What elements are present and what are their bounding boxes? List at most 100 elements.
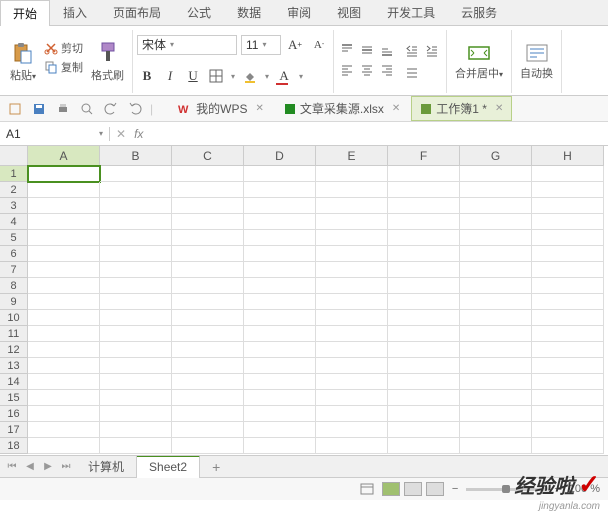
cell[interactable] bbox=[244, 182, 316, 198]
cell[interactable] bbox=[172, 230, 244, 246]
menu-tab-1[interactable]: 插入 bbox=[50, 0, 100, 25]
cell[interactable] bbox=[532, 230, 604, 246]
cell[interactable] bbox=[532, 198, 604, 214]
cell[interactable] bbox=[172, 310, 244, 326]
page-break-view-button[interactable] bbox=[426, 482, 444, 496]
cell[interactable] bbox=[532, 278, 604, 294]
font-color-button[interactable]: A bbox=[274, 66, 294, 86]
cell[interactable] bbox=[100, 358, 172, 374]
cell[interactable] bbox=[100, 326, 172, 342]
cell[interactable] bbox=[244, 358, 316, 374]
cell[interactable] bbox=[532, 262, 604, 278]
cell[interactable] bbox=[460, 182, 532, 198]
cell[interactable] bbox=[172, 406, 244, 422]
border-dropdown[interactable]: ▾ bbox=[229, 66, 237, 86]
cell[interactable] bbox=[316, 198, 388, 214]
cell[interactable] bbox=[244, 278, 316, 294]
cell[interactable] bbox=[388, 262, 460, 278]
cell[interactable] bbox=[172, 390, 244, 406]
cell[interactable] bbox=[388, 326, 460, 342]
row-header[interactable]: 6 bbox=[0, 246, 28, 262]
cell[interactable] bbox=[316, 294, 388, 310]
cell[interactable] bbox=[28, 182, 100, 198]
cell[interactable] bbox=[532, 342, 604, 358]
cut-button[interactable]: 剪切 bbox=[42, 39, 85, 57]
cell[interactable] bbox=[172, 374, 244, 390]
cell[interactable] bbox=[316, 374, 388, 390]
sheet-nav-prev-icon[interactable]: ◀ bbox=[22, 461, 38, 472]
cell[interactable] bbox=[28, 310, 100, 326]
cell[interactable] bbox=[532, 390, 604, 406]
cell[interactable] bbox=[244, 294, 316, 310]
cell[interactable] bbox=[388, 358, 460, 374]
cell[interactable] bbox=[388, 438, 460, 454]
spreadsheet-grid[interactable]: ABCDEFGH 123456789101112131415161718 bbox=[0, 146, 608, 456]
column-header[interactable]: F bbox=[388, 146, 460, 166]
row-header[interactable]: 5 bbox=[0, 230, 28, 246]
border-button[interactable] bbox=[206, 66, 226, 86]
sheet-nav-last-icon[interactable]: ⏭ bbox=[58, 461, 74, 472]
fx-cancel-icon[interactable]: ✕ bbox=[116, 127, 126, 141]
cell[interactable] bbox=[316, 422, 388, 438]
cell[interactable] bbox=[100, 390, 172, 406]
cell[interactable] bbox=[244, 326, 316, 342]
column-header[interactable]: A bbox=[28, 146, 100, 166]
align-bottom-button[interactable] bbox=[378, 41, 396, 59]
cell[interactable] bbox=[388, 214, 460, 230]
cell[interactable] bbox=[532, 166, 604, 182]
close-icon[interactable]: ✕ bbox=[495, 103, 503, 114]
sheet-nav-first-icon[interactable]: ⏮ bbox=[4, 461, 20, 472]
cell[interactable] bbox=[28, 262, 100, 278]
cell[interactable] bbox=[172, 182, 244, 198]
cell[interactable] bbox=[100, 246, 172, 262]
cell[interactable] bbox=[388, 246, 460, 262]
cell[interactable] bbox=[460, 294, 532, 310]
cell[interactable] bbox=[388, 374, 460, 390]
row-header[interactable]: 3 bbox=[0, 198, 28, 214]
sheet-tab[interactable]: 计算机 bbox=[76, 455, 137, 478]
select-all-corner[interactable] bbox=[0, 146, 28, 166]
cell[interactable] bbox=[532, 214, 604, 230]
cell[interactable] bbox=[28, 246, 100, 262]
cell[interactable] bbox=[388, 406, 460, 422]
cell[interactable] bbox=[460, 326, 532, 342]
bold-button[interactable]: B bbox=[137, 66, 157, 86]
auto-wrap-button[interactable]: 自动换 bbox=[516, 41, 557, 83]
column-header[interactable]: H bbox=[532, 146, 604, 166]
cell[interactable] bbox=[388, 310, 460, 326]
cell[interactable] bbox=[460, 278, 532, 294]
cell[interactable] bbox=[460, 310, 532, 326]
cell[interactable] bbox=[460, 390, 532, 406]
add-sheet-button[interactable]: + bbox=[202, 456, 230, 478]
cell[interactable] bbox=[460, 406, 532, 422]
cell[interactable] bbox=[388, 198, 460, 214]
cell[interactable] bbox=[100, 214, 172, 230]
cell[interactable] bbox=[532, 182, 604, 198]
row-header[interactable]: 10 bbox=[0, 310, 28, 326]
cell[interactable] bbox=[460, 246, 532, 262]
column-header[interactable]: G bbox=[460, 146, 532, 166]
cell[interactable] bbox=[100, 310, 172, 326]
cell[interactable] bbox=[28, 390, 100, 406]
layout-icon[interactable] bbox=[360, 483, 374, 495]
fill-color-button[interactable] bbox=[240, 66, 260, 86]
decrease-font-button[interactable]: A- bbox=[309, 35, 329, 55]
cell[interactable] bbox=[388, 278, 460, 294]
cell[interactable] bbox=[100, 294, 172, 310]
cell[interactable] bbox=[388, 422, 460, 438]
cell[interactable] bbox=[460, 422, 532, 438]
copy-button[interactable]: 复制 bbox=[42, 58, 85, 76]
cell[interactable] bbox=[172, 262, 244, 278]
cell[interactable] bbox=[172, 198, 244, 214]
cell[interactable] bbox=[172, 166, 244, 182]
row-header[interactable]: 2 bbox=[0, 182, 28, 198]
cell[interactable] bbox=[100, 422, 172, 438]
new-icon[interactable] bbox=[6, 100, 24, 118]
cell[interactable] bbox=[532, 422, 604, 438]
align-right-button[interactable] bbox=[378, 61, 396, 79]
sheet-nav-next-icon[interactable]: ▶ bbox=[40, 461, 56, 472]
print-icon[interactable] bbox=[54, 100, 72, 118]
row-header[interactable]: 14 bbox=[0, 374, 28, 390]
cell[interactable] bbox=[460, 214, 532, 230]
align-left-button[interactable] bbox=[338, 61, 356, 79]
